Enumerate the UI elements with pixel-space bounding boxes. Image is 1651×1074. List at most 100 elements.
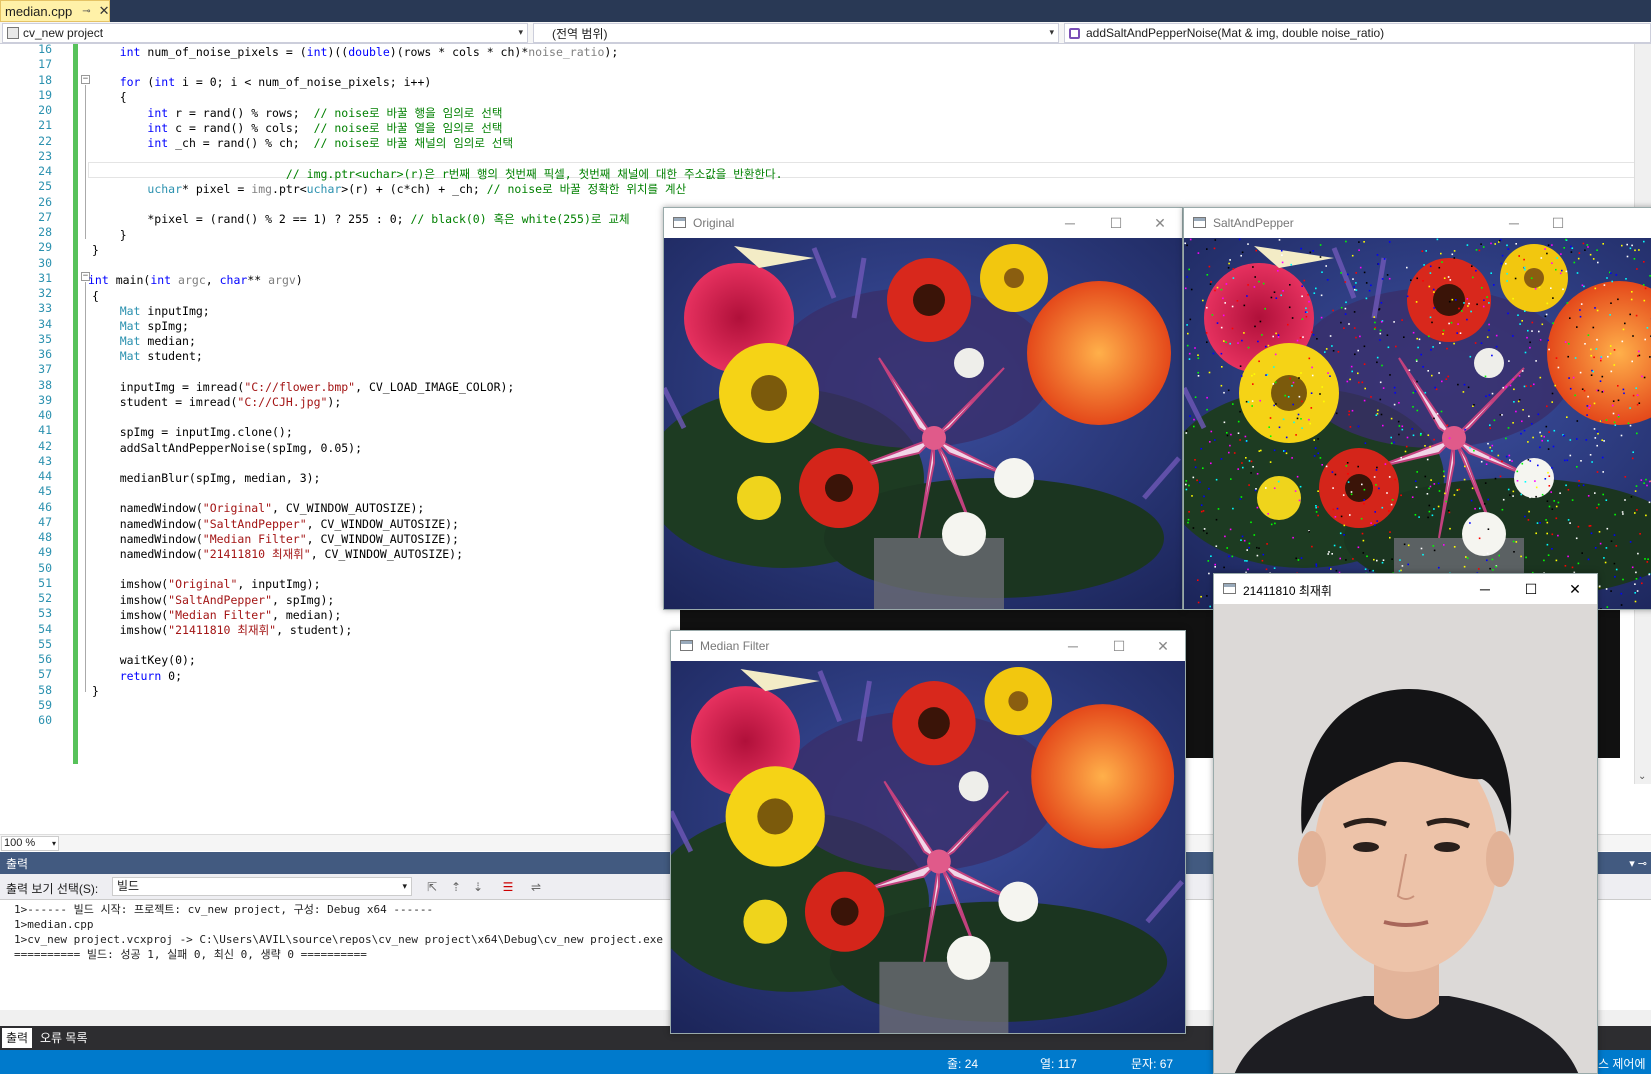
noise-pixel	[1547, 244, 1550, 246]
noise-pixel	[1381, 278, 1384, 280]
window-median-filter[interactable]: Median Filter ─ ☐ ✕	[670, 630, 1186, 1034]
maximize-icon[interactable]: ☐	[1096, 212, 1136, 234]
noise-pixel	[1456, 489, 1459, 491]
close-icon[interactable]: ✕	[1555, 578, 1595, 600]
noise-pixel	[1539, 339, 1542, 341]
find-message-icon[interactable]: ⇱	[424, 879, 440, 895]
window-titlebar[interactable]: SaltAndPepper ─ ☐	[1184, 208, 1651, 238]
noise-pixel	[1393, 321, 1395, 323]
window-titlebar[interactable]: Original ─ ☐ ✕	[664, 208, 1182, 238]
noise-pixel	[1432, 288, 1435, 291]
window-original[interactable]: Original ─ ☐ ✕	[663, 207, 1183, 610]
member-dropdown[interactable]: addSaltAndPepperNoise(Mat & img, double …	[1064, 23, 1651, 43]
noise-pixel	[1442, 329, 1445, 332]
line-number: 26	[38, 194, 52, 209]
noise-pixel	[1197, 375, 1200, 377]
noise-pixel	[1320, 294, 1323, 297]
noise-pixel	[1520, 555, 1522, 558]
window-titlebar[interactable]: 21411810 최재휘 ─ ☐ ✕	[1214, 574, 1597, 604]
noise-pixel	[1634, 600, 1637, 603]
noise-pixel	[1486, 552, 1489, 555]
noise-pixel	[1391, 499, 1394, 501]
noise-pixel	[1388, 277, 1391, 280]
previous-message-icon[interactable]: ⇡	[448, 879, 464, 895]
noise-pixel	[1433, 307, 1435, 309]
scope-dropdown[interactable]: (전역 범위) ▾	[533, 23, 1059, 43]
pin-icon[interactable]: ⊸	[82, 6, 90, 17]
noise-pixel	[1506, 280, 1508, 282]
noise-pixel	[1277, 336, 1280, 338]
noise-pixel	[1535, 495, 1537, 498]
noise-pixel	[1560, 253, 1562, 255]
noise-pixel	[1315, 287, 1317, 290]
noise-pixel	[1429, 272, 1432, 274]
noise-pixel	[1387, 346, 1390, 349]
noise-pixel	[1364, 442, 1367, 444]
clear-all-icon[interactable]: ☰	[500, 879, 516, 895]
output-source-dropdown[interactable]: 빌드 ▾	[112, 877, 412, 896]
noise-pixel	[1248, 484, 1250, 486]
noise-pixel	[1612, 412, 1615, 415]
noise-pixel	[1405, 445, 1408, 448]
minimize-icon[interactable]: ─	[1053, 635, 1093, 657]
noise-pixel	[1598, 531, 1601, 533]
minimize-icon[interactable]: ─	[1465, 578, 1505, 600]
window-student-photo[interactable]: 21411810 최재휘 ─ ☐ ✕	[1213, 573, 1598, 1074]
source-control-label[interactable]: 스 제어에	[1598, 1055, 1646, 1072]
noise-pixel	[1251, 400, 1254, 402]
word-wrap-icon[interactable]: ⇌	[528, 879, 544, 895]
tab-error-list[interactable]: 오류 목록	[36, 1028, 92, 1048]
minimize-icon[interactable]: ─	[1494, 212, 1534, 234]
tab-output[interactable]: 출력	[2, 1028, 33, 1048]
window-app-icon	[673, 217, 686, 228]
close-icon[interactable]: ✕	[1140, 212, 1180, 234]
noise-pixel	[1646, 484, 1648, 487]
maximize-icon[interactable]: ☐	[1099, 635, 1139, 657]
noise-pixel	[1222, 314, 1225, 317]
noise-pixel	[1551, 467, 1553, 469]
window-titlebar[interactable]: Median Filter ─ ☐ ✕	[671, 631, 1185, 661]
zoom-dropdown[interactable]: 100 % ▾	[1, 836, 59, 851]
window-salt-and-pepper[interactable]: SaltAndPepper ─ ☐	[1183, 207, 1651, 610]
maximize-icon[interactable]: ☐	[1511, 578, 1551, 600]
noise-pixel	[1215, 545, 1218, 547]
noise-pixel	[1594, 437, 1597, 439]
noise-pixel	[1438, 566, 1440, 569]
noise-pixel	[1185, 483, 1187, 486]
close-tab-icon[interactable]: ✕	[99, 3, 110, 19]
noise-pixel	[1648, 501, 1651, 504]
scroll-down-icon[interactable]: ⌄	[1638, 771, 1646, 782]
tab-median-cpp[interactable]: median.cpp ⊸ ✕	[0, 0, 110, 22]
noise-pixel	[1590, 532, 1593, 535]
next-message-icon[interactable]: ⇣	[470, 879, 486, 895]
noise-pixel	[1416, 409, 1419, 412]
noise-pixel	[1380, 321, 1383, 323]
noise-pixel	[1437, 482, 1440, 485]
noise-pixel	[1489, 457, 1492, 459]
noise-pixel	[1277, 270, 1279, 272]
noise-pixel	[1296, 417, 1299, 420]
noise-pixel	[1247, 346, 1250, 349]
noise-pixel	[1248, 460, 1251, 462]
noise-pixel	[1431, 514, 1434, 517]
noise-pixel	[1636, 590, 1639, 592]
noise-pixel	[1441, 261, 1443, 263]
noise-pixel	[1579, 371, 1582, 374]
noise-pixel	[1551, 508, 1554, 510]
collapse-for-block-icon[interactable]: −	[81, 75, 90, 84]
noise-pixel	[1203, 528, 1206, 530]
noise-pixel	[1635, 578, 1638, 580]
noise-pixel	[1269, 461, 1272, 463]
minimize-icon[interactable]: ─	[1050, 212, 1090, 234]
close-icon[interactable]: ✕	[1143, 635, 1183, 657]
noise-pixel	[1567, 489, 1570, 491]
noise-pixel	[1562, 288, 1564, 291]
noise-pixel	[1538, 286, 1541, 289]
noise-pixel	[1621, 511, 1624, 513]
noise-pixel	[1566, 459, 1569, 462]
noise-pixel	[1258, 360, 1260, 363]
project-dropdown[interactable]: cv_new project ▾	[2, 23, 528, 43]
maximize-icon[interactable]: ☐	[1538, 212, 1578, 234]
noise-pixel	[1412, 391, 1415, 394]
panel-options-icon[interactable]: ▾ ⊸	[1629, 857, 1647, 870]
